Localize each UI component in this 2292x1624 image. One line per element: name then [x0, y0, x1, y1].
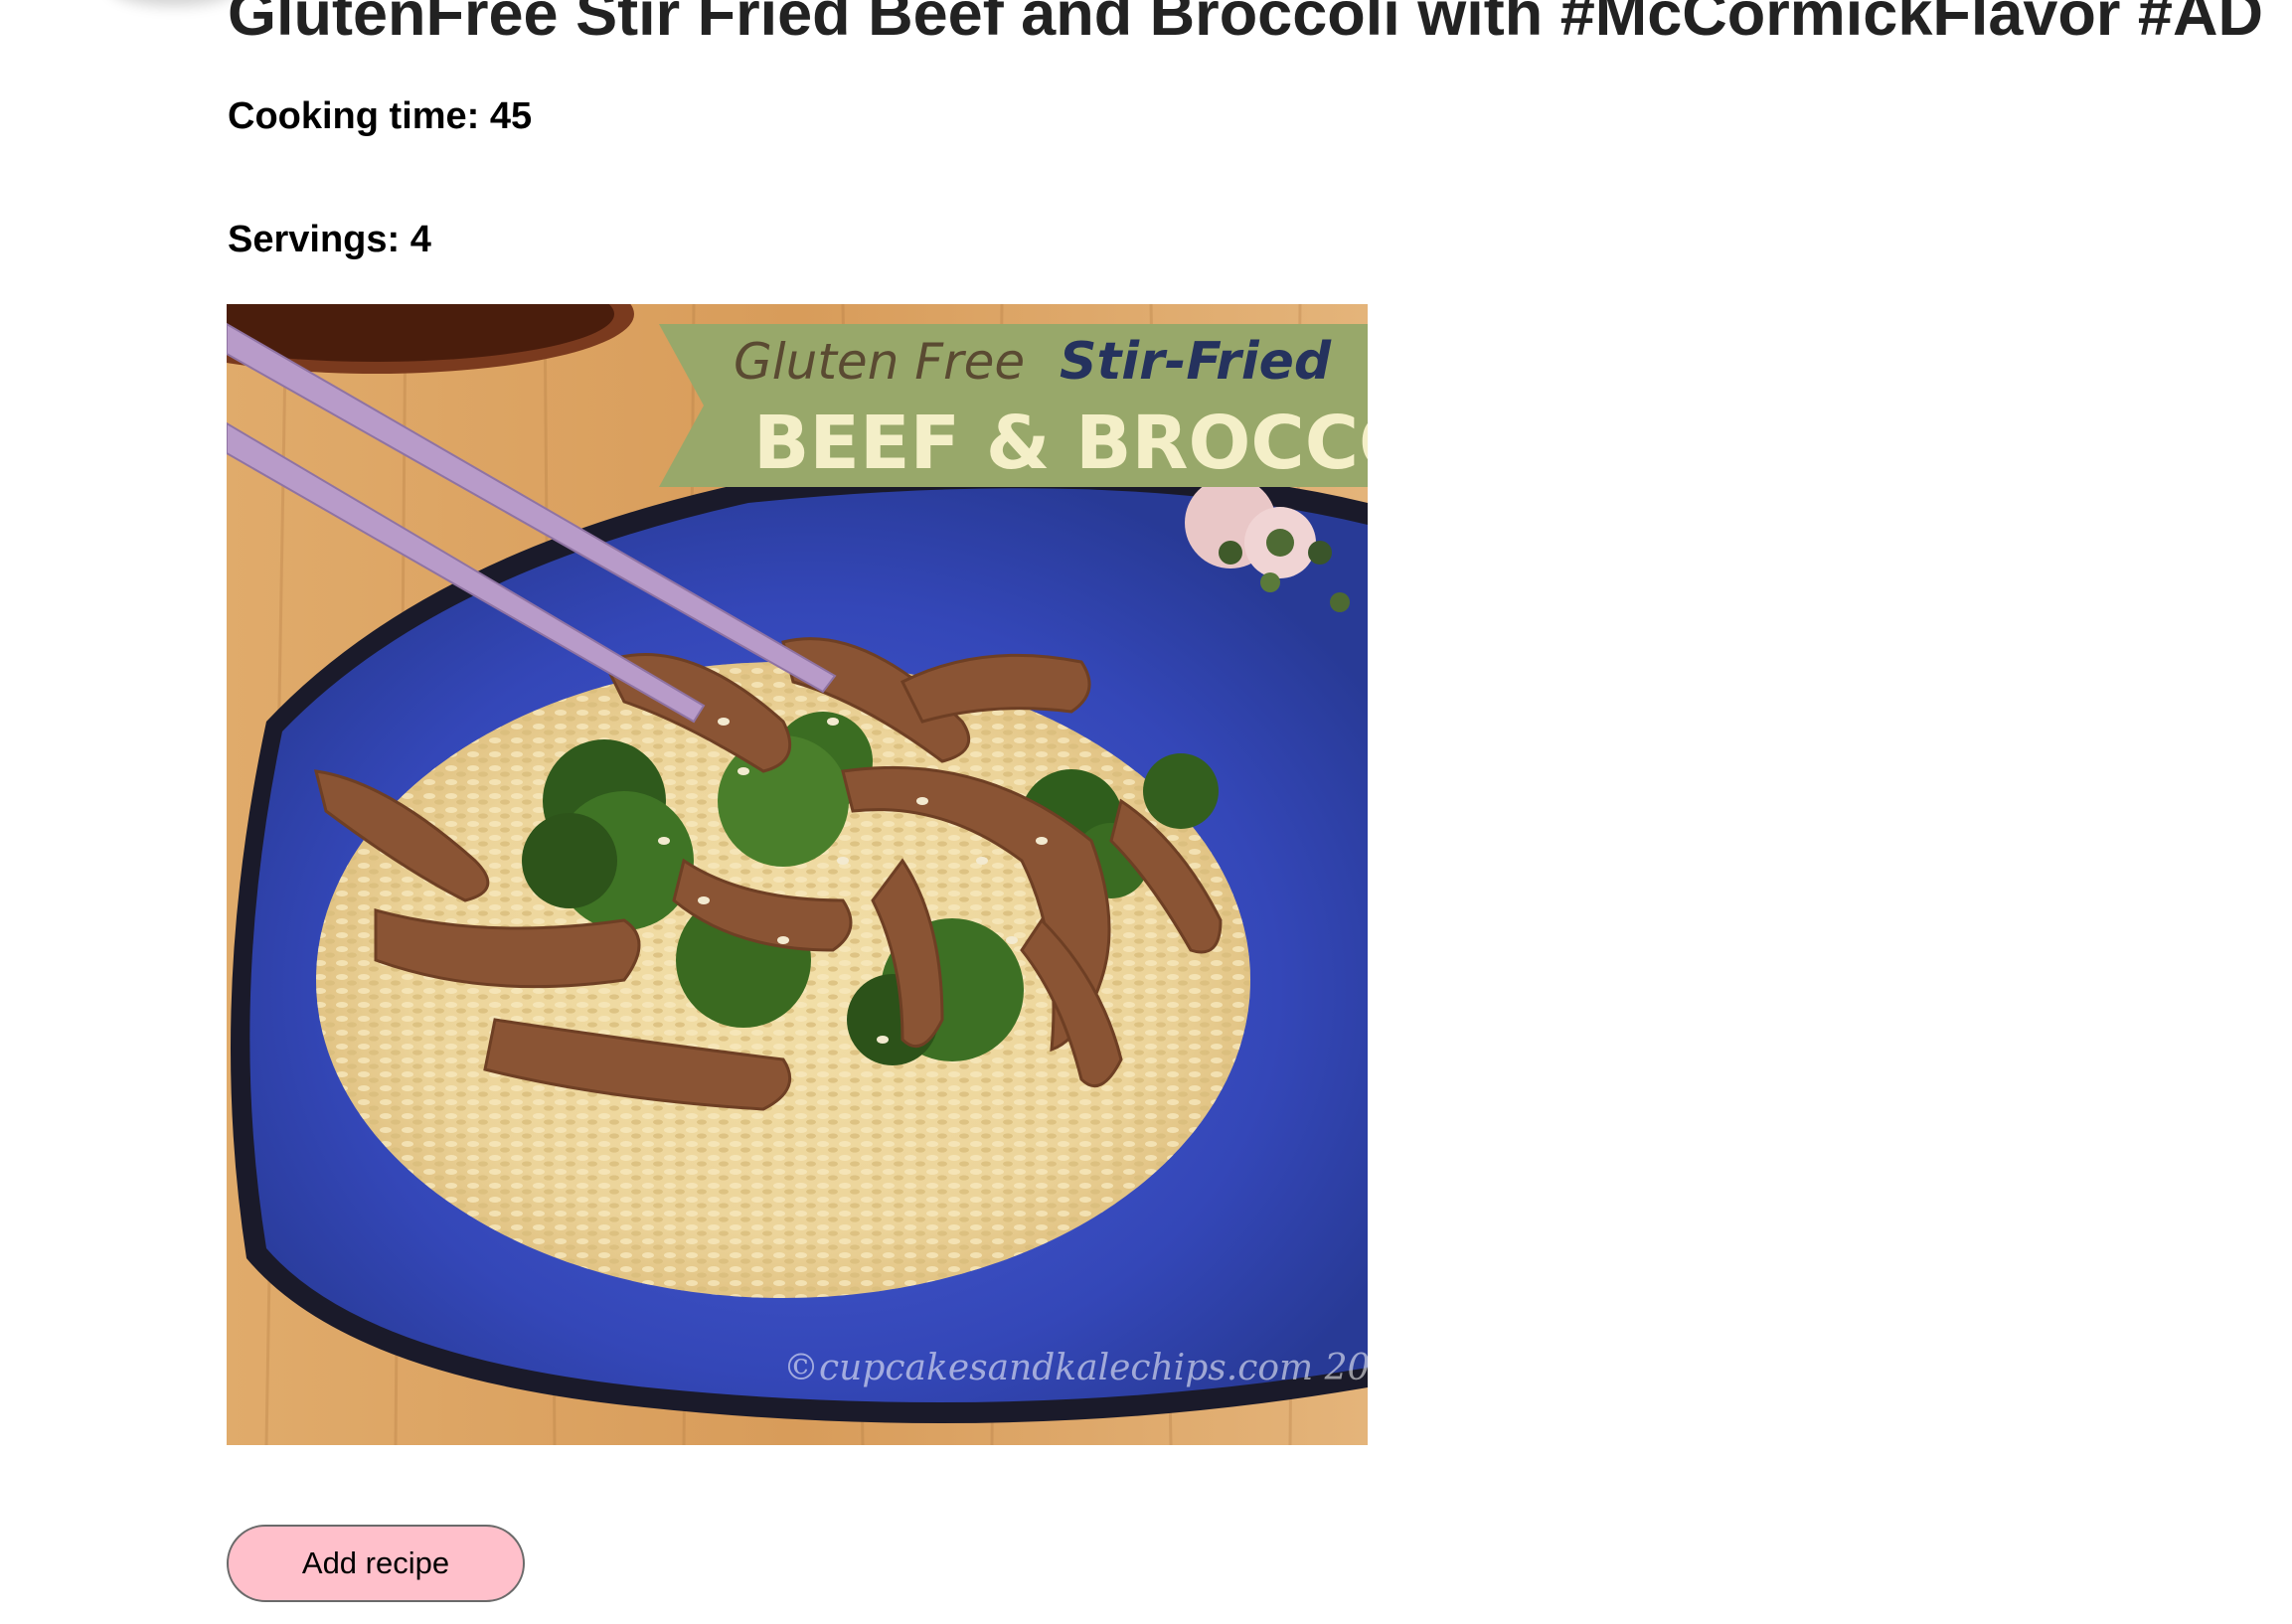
cooking-time: Cooking time: 45: [228, 95, 533, 137]
title-banner: Gluten Free Stir-Fried BEEF & BROCCOLI: [659, 324, 1368, 487]
banner-line1-b: Stir-Fried: [1060, 332, 1332, 392]
recipe-page: GlutenFree Stir Fried Beef and Broccoli …: [0, 0, 2292, 1624]
add-recipe-button[interactable]: Add recipe: [227, 1525, 525, 1602]
banner-line2: BEEF & BROCCOLI: [753, 401, 1368, 486]
banner-line1-a: Gluten Free: [734, 333, 1025, 391]
recipe-photo-illustration: Gluten Free Stir-Fried BEEF & BROCCOLI ©…: [227, 304, 1368, 1445]
servings: Servings: 4: [228, 219, 431, 260]
recipe-title: GlutenFree Stir Fried Beef and Broccoli …: [228, 0, 2263, 49]
photo-watermark: ©cupcakesandkalechips.com 2014: [783, 1348, 1368, 1388]
recipe-photo: Gluten Free Stir-Fried BEEF & BROCCOLI ©…: [227, 304, 1368, 1445]
